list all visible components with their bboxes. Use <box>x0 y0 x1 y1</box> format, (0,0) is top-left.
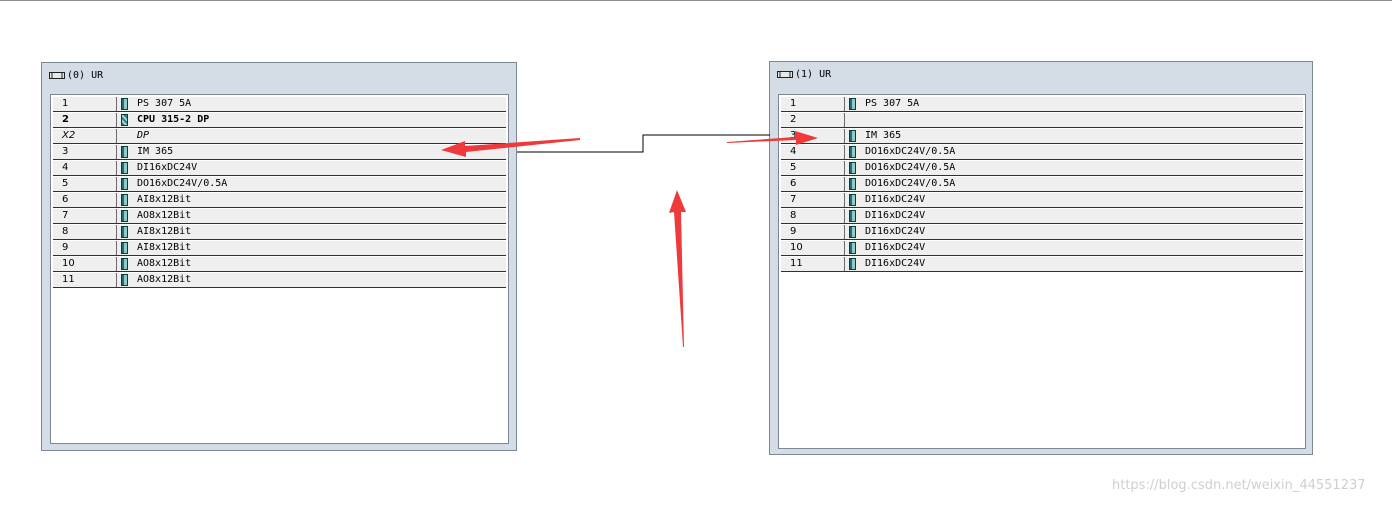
rack-connection-line <box>517 134 770 153</box>
red-arrow-left <box>441 138 580 157</box>
red-arrow-right <box>727 131 818 145</box>
red-arrow-up <box>669 190 686 347</box>
watermark-url: https://blog.csdn.net/weixin_44551237 <box>1112 478 1366 493</box>
annotation-overlay <box>441 131 818 347</box>
